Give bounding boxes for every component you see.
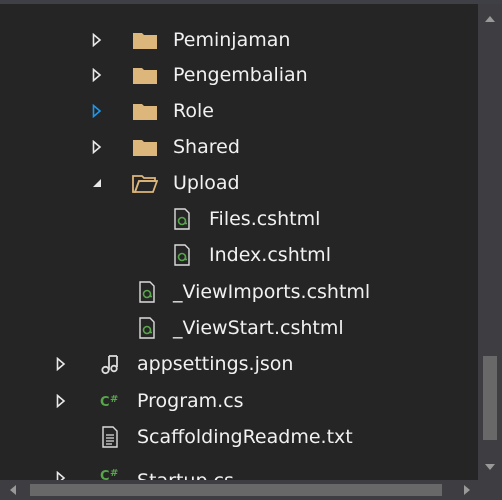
tree-item-files-cshtml[interactable]: Files.cshtml bbox=[0, 201, 478, 237]
razor-file-icon bbox=[169, 237, 195, 273]
tree-item-role[interactable]: Role bbox=[0, 93, 478, 129]
scroll-right-arrow-icon[interactable] bbox=[456, 480, 478, 500]
expanded-arrow-icon[interactable] bbox=[88, 165, 106, 201]
collapsed-arrow-icon[interactable] bbox=[88, 93, 106, 129]
vertical-scrollbar[interactable] bbox=[478, 4, 502, 480]
tree-item-program-cs[interactable]: C # Program.cs bbox=[0, 383, 478, 419]
solution-explorer-tree: Peminjaman Pengembalian Role Shared Uplo… bbox=[0, 0, 478, 480]
razor-file-icon bbox=[134, 274, 160, 310]
collapsed-arrow-icon[interactable] bbox=[52, 383, 70, 419]
tree-item-scaffoldingreadme-txt[interactable]: ScaffoldingReadme.txt bbox=[0, 419, 478, 455]
scroll-left-arrow-icon[interactable] bbox=[2, 480, 24, 500]
svg-text:#: # bbox=[110, 394, 118, 405]
tree-item-label: ScaffoldingReadme.txt bbox=[137, 426, 353, 448]
folder-icon bbox=[132, 57, 158, 93]
tree-item-label: Peminjaman bbox=[173, 29, 291, 51]
folder-icon bbox=[132, 93, 158, 129]
folder-icon bbox=[132, 129, 158, 165]
svg-text:C: C bbox=[100, 469, 110, 480]
collapsed-arrow-icon[interactable] bbox=[88, 129, 106, 165]
svg-text:#: # bbox=[110, 468, 118, 479]
collapsed-arrow-icon[interactable] bbox=[52, 455, 70, 480]
tree-item-label: Shared bbox=[173, 136, 240, 158]
csharp-file-icon: C # bbox=[97, 455, 123, 480]
tree-item-label: Index.cshtml bbox=[209, 244, 331, 266]
svg-text:C: C bbox=[100, 395, 110, 410]
tree-item-label: Files.cshtml bbox=[209, 208, 321, 230]
tree-item-label: _ViewStart.cshtml bbox=[173, 317, 344, 339]
vertical-scrollbar-thumb[interactable] bbox=[483, 356, 497, 440]
tree-item-pengembalian[interactable]: Pengembalian bbox=[0, 57, 478, 93]
collapsed-arrow-icon[interactable] bbox=[88, 57, 106, 93]
tree-item-label: Program.cs bbox=[137, 390, 244, 412]
tree-item-peminjaman[interactable]: Peminjaman bbox=[0, 22, 478, 58]
horizontal-scrollbar-thumb[interactable] bbox=[30, 484, 442, 496]
tree-item-label: appsettings.json bbox=[137, 353, 294, 375]
csharp-file-icon: C # bbox=[97, 383, 123, 419]
tree-item-startup-cs[interactable]: C# Startup.cs bbox=[0, 455, 478, 480]
tree-item-appsettings-json[interactable]: appsettings.json bbox=[0, 346, 478, 382]
horizontal-scrollbar[interactable] bbox=[0, 480, 502, 500]
json-file-icon bbox=[97, 346, 123, 382]
folder-icon bbox=[132, 22, 158, 58]
open-folder-icon bbox=[132, 165, 158, 201]
razor-file-icon bbox=[169, 201, 195, 237]
tree-item-viewimports-cshtml[interactable]: _ViewImports.cshtml bbox=[0, 274, 478, 310]
razor-file-icon bbox=[134, 310, 160, 346]
tree-item-shared[interactable]: Shared bbox=[0, 129, 478, 165]
text-file-icon bbox=[97, 419, 123, 455]
scroll-up-arrow-icon[interactable] bbox=[478, 8, 502, 30]
collapsed-arrow-icon[interactable] bbox=[88, 22, 106, 58]
scroll-down-arrow-icon[interactable] bbox=[478, 456, 502, 478]
tree-item-label: Upload bbox=[173, 172, 240, 194]
tree-item-label: _ViewImports.cshtml bbox=[173, 281, 371, 303]
tree-item-index-cshtml[interactable]: Index.cshtml bbox=[0, 237, 478, 273]
tree-item-label: Role bbox=[173, 100, 214, 122]
tree-item-viewstart-cshtml[interactable]: _ViewStart.cshtml bbox=[0, 310, 478, 346]
scrollbar-corner bbox=[478, 480, 502, 500]
tree-item-label: Startup.cs bbox=[137, 455, 234, 480]
tree-item-upload[interactable]: Upload bbox=[0, 165, 478, 201]
collapsed-arrow-icon[interactable] bbox=[52, 346, 70, 382]
tree-item-label: Pengembalian bbox=[173, 64, 308, 86]
